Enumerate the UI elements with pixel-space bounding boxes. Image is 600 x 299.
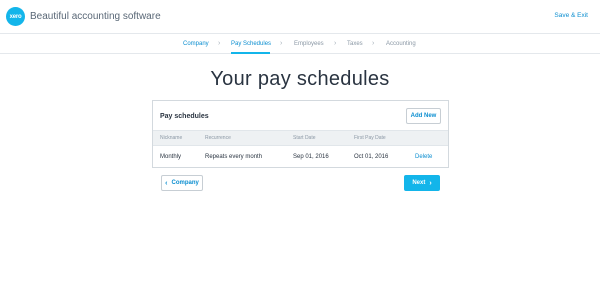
next-button[interactable]: Next › xyxy=(404,175,440,191)
back-button-label: Company xyxy=(171,180,199,186)
table-row: Monthly Repeats every month Sep 01, 2016… xyxy=(153,146,448,168)
chevron-right-icon: › xyxy=(280,40,283,47)
step-taxes[interactable]: Taxes xyxy=(347,41,363,47)
step-accounting[interactable]: Accounting xyxy=(386,41,416,47)
next-button-label: Next xyxy=(412,180,426,186)
pay-schedules-panel: Pay schedules Add New Nickname Recurrenc… xyxy=(152,100,449,168)
top-bar: xero Beautiful accounting software Save … xyxy=(0,0,600,34)
active-step-indicator xyxy=(231,52,270,54)
delete-link[interactable]: Delete xyxy=(415,154,432,160)
column-header-nickname: Nickname xyxy=(160,135,183,141)
add-new-button[interactable]: Add New xyxy=(406,108,441,124)
chevron-right-icon: › xyxy=(334,40,337,47)
cell-recurrence: Repeats every month xyxy=(205,154,263,160)
step-employees[interactable]: Employees xyxy=(294,41,324,47)
column-header-recurrence: Recurrence xyxy=(205,135,231,141)
panel-title: Pay schedules xyxy=(160,113,209,120)
chevron-right-icon: › xyxy=(218,40,221,47)
step-company[interactable]: Company xyxy=(183,41,209,47)
app-title: Beautiful accounting software xyxy=(30,11,161,22)
back-to-company-button[interactable]: ‹ Company xyxy=(161,175,203,191)
chevron-right-icon: › xyxy=(429,179,432,187)
cell-nickname: Monthly xyxy=(160,154,182,160)
column-header-start-date: Start Date xyxy=(293,135,316,141)
cell-start-date: Sep 01, 2016 xyxy=(293,154,329,160)
cell-first-pay-date: Oct 01, 2016 xyxy=(354,154,389,160)
step-pay-schedules[interactable]: Pay Schedules xyxy=(231,41,271,47)
chevron-right-icon: › xyxy=(372,40,375,47)
page-title: Your pay schedules xyxy=(210,68,390,90)
chevron-left-icon: ‹ xyxy=(165,179,168,187)
xero-logo: xero xyxy=(6,7,25,26)
column-header-first-pay-date: First Pay Date xyxy=(354,135,386,141)
save-and-exit-link[interactable]: Save & Exit xyxy=(554,12,588,19)
setup-steps-nav: Company › Pay Schedules › Employees › Ta… xyxy=(0,34,600,54)
table-header: Nickname Recurrence Start Date First Pay… xyxy=(153,130,448,146)
